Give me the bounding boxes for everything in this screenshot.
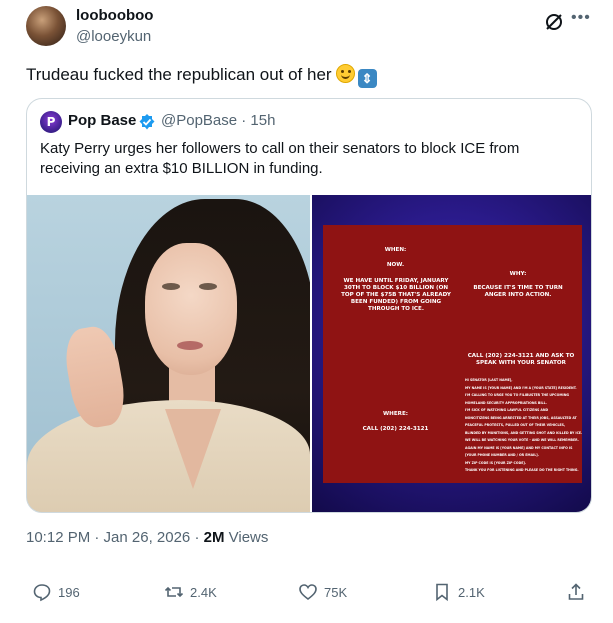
quote-display-name[interactable]: Pop Base xyxy=(68,112,136,129)
poster-why-body: BECAUSE IT'S TIME TO TURN ANGER INTO ACT… xyxy=(473,285,563,298)
bookmark-icon xyxy=(436,583,448,602)
poster-script-line: WE WILL BE WATCHING YOUR VOTE - AND WE W… xyxy=(465,438,579,442)
poster-script-line: MY ZIP CODE IS [YOUR ZIP CODE]. xyxy=(465,460,527,465)
smile-emoji-icon xyxy=(335,64,355,83)
poster-where-body: CALL (202) 224-3121 xyxy=(362,426,429,432)
poster-script-line: [YOUR PHONE NUMBER AND / OR EMAIL]. xyxy=(465,453,539,457)
poster-when-body: WE HAVE UNTIL FRIDAY, JANUARY 30TH TO BL… xyxy=(341,278,451,312)
avatar[interactable] xyxy=(26,6,66,46)
poster-script-line: BLINDED BY MUNITIONS, AND GETTING SHOT A… xyxy=(465,430,583,435)
bookmark-button[interactable]: 2.1K xyxy=(432,578,485,606)
poster-script-line: I'M CALLING TO URGE YOU TO FILIBUSTER TH… xyxy=(465,393,569,397)
share-icon xyxy=(568,583,584,600)
poster-script-line: HI SENATOR [LAST NAME], xyxy=(465,378,513,382)
views-label: Views xyxy=(228,529,269,546)
up-down-arrow-emoji-icon: ⇕ xyxy=(357,69,377,88)
handle[interactable]: @looeykun xyxy=(76,28,151,45)
display-name[interactable]: loobooboo xyxy=(76,7,153,24)
repost-button[interactable]: 2.4K xyxy=(164,578,217,606)
repost-icon xyxy=(164,586,184,598)
quote-text: Katy Perry urges her followers to call o… xyxy=(40,140,520,177)
poster-script-line: MY NAME IS [YOUR NAME] AND I'M A [YOUR S… xyxy=(465,385,577,390)
verified-icon xyxy=(139,114,155,130)
poster-script-line: THANK YOU FOR LISTENING AND PLEASE DO TH… xyxy=(465,468,579,472)
poster-now: NOW. xyxy=(386,262,405,268)
poster-script-line: I'M SICK OF WATCHING LAWFUL CITIZENS AND xyxy=(465,408,549,412)
timestamp-text[interactable]: 10:12 PM · Jan 26, 2026 · xyxy=(26,529,199,546)
like-count: 75K xyxy=(324,584,348,600)
repost-count: 2.4K xyxy=(190,584,217,600)
reply-icon xyxy=(33,584,51,602)
poster-call-heading: CALL (202) 224-3121 AND ASK TO SPEAK WIT… xyxy=(467,353,575,366)
post-text: Trudeau fucked the republican out of her… xyxy=(26,64,377,88)
bookmark-count: 2.1K xyxy=(458,584,485,600)
poster-script-line: PEACEFUL PROTESTS, PULLED OUT OF THEIR V… xyxy=(465,423,566,427)
photo-neckline xyxy=(165,409,221,489)
views-count: 2M xyxy=(203,529,225,546)
share-button[interactable] xyxy=(566,578,592,606)
like-button[interactable]: 75K xyxy=(298,578,347,606)
poster-call-script: HI SENATOR [LAST NAME], MY NAME IS [YOUR … xyxy=(465,377,587,475)
photo-face xyxy=(145,243,237,375)
quote-avatar[interactable] xyxy=(40,111,62,133)
poster-script-line: AGAIN MY NAME IS [YOUR NAME] AND MY CONT… xyxy=(465,445,573,450)
poster-why-heading: WHY: xyxy=(509,271,527,277)
post-card: loobooboo @looeykun ••• Trudeau fucked t… xyxy=(0,0,613,623)
quote-handle-time[interactable]: @PopBase · 15h xyxy=(161,112,275,129)
poster-script-line: NONCITIZENS BEING ARRESTED AT THEIR JOBS… xyxy=(465,415,577,420)
more-icon[interactable]: ••• xyxy=(571,9,591,27)
photo-portrait[interactable] xyxy=(27,195,310,512)
action-bar: 196 2.4K 75K 2.1K xyxy=(26,578,592,606)
post-text-content: Trudeau fucked the republican out of her xyxy=(26,65,332,84)
photo-eye-right xyxy=(199,283,217,290)
photo-lips xyxy=(177,341,203,350)
poster-where-heading: WHERE: xyxy=(382,411,409,417)
poster: WHEN: NOW. WE HAVE UNTIL FRIDAY, JANUARY… xyxy=(323,225,582,483)
grok-icon[interactable] xyxy=(544,12,564,32)
poster-script-line: HOMELAND SECURITY APPROPRIATIONS BILL. xyxy=(465,400,547,405)
poster-when-heading: WHEN: xyxy=(384,247,407,253)
like-icon xyxy=(299,584,317,601)
post-timestamp[interactable]: 10:12 PM · Jan 26, 2026 · 2M Views xyxy=(26,529,268,546)
photo-poster[interactable]: WHEN: NOW. WE HAVE UNTIL FRIDAY, JANUARY… xyxy=(312,195,591,512)
quoted-post[interactable]: Pop Base @PopBase · 15h Katy Perry urges… xyxy=(26,98,592,513)
photo-eye-left xyxy=(162,283,180,290)
reply-count: 196 xyxy=(58,584,80,600)
reply-button[interactable]: 196 xyxy=(32,578,80,606)
